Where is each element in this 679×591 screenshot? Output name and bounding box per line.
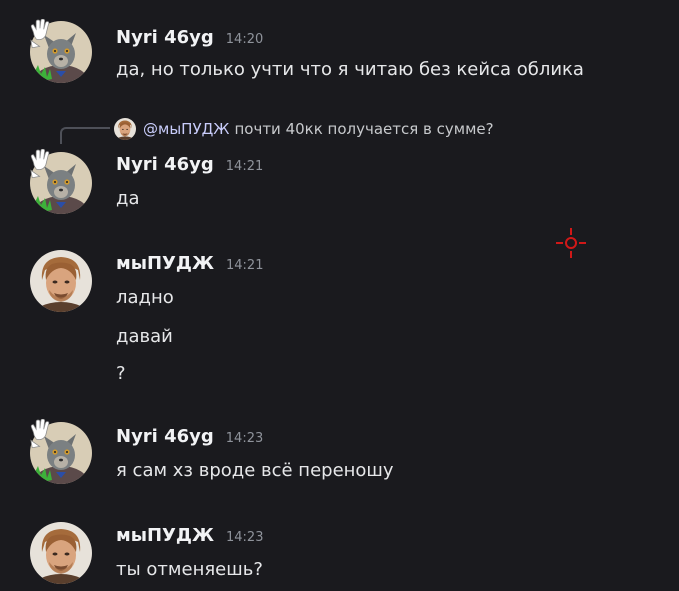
reply-mention[interactable]: @мыПУДЖ — [143, 120, 229, 138]
timestamp: 14:21 — [226, 258, 264, 273]
man-avatar-icon — [30, 522, 92, 584]
message-text: давай — [116, 326, 173, 347]
message-text: да — [116, 188, 140, 209]
avatar[interactable] — [30, 250, 92, 312]
message-group: мыПУДЖ 14:23 ты отменяешь? — [0, 510, 679, 591]
hand-decoration-icon — [30, 19, 50, 49]
message-group: Nyri 46yg 14:23 я сам хз вроде всё перено… — [0, 410, 679, 500]
message-group: Nyri 46yg 14:21 да — [0, 140, 679, 230]
chat-message-list: Nyri 46yg 14:20 да, но только учти что я … — [0, 0, 679, 591]
man-avatar-icon — [30, 250, 92, 312]
username[interactable]: мыПУДЖ — [116, 525, 214, 546]
username[interactable]: Nyri 46yg — [116, 154, 214, 175]
message-header: мыПУДЖ 14:23 — [116, 525, 263, 546]
hand-decoration-icon — [30, 419, 50, 449]
message-group: мыПУДЖ 14:21 ладно давай ? — [0, 240, 679, 390]
avatar[interactable] — [30, 522, 92, 584]
message-text: ты отменяешь? — [116, 559, 263, 580]
man-avatar-icon — [114, 118, 136, 140]
message-header: Nyri 46yg 14:23 — [116, 426, 263, 447]
reply-text: почти 40кк получается в сумме? — [234, 120, 494, 138]
username[interactable]: мыПУДЖ — [116, 253, 214, 274]
username[interactable]: Nyri 46yg — [116, 27, 214, 48]
reply-avatar — [114, 118, 136, 140]
reply-preview[interactable]: @мыПУДЖ почти 40кк получается в сумме? — [114, 118, 494, 140]
message-text: ? — [116, 363, 126, 384]
timestamp: 14:23 — [226, 530, 264, 545]
username[interactable]: Nyri 46yg — [116, 426, 214, 447]
message-text: ладно — [116, 287, 174, 308]
message-text: я сам хз вроде всё переношу — [116, 460, 394, 481]
timestamp: 14:23 — [225, 431, 264, 446]
timestamp: 14:21 — [225, 159, 264, 174]
hand-decoration-icon — [30, 149, 50, 179]
message-header: Nyri 46yg 14:21 — [116, 154, 263, 175]
message-group: Nyri 46yg 14:20 да, но только учти что я … — [0, 0, 679, 100]
message-header: Nyri 46yg 14:20 — [116, 27, 263, 48]
message-text: да, но только учти что я читаю без кейса… — [116, 59, 584, 80]
message-header: мыПУДЖ 14:21 — [116, 253, 263, 274]
timestamp: 14:20 — [225, 32, 264, 47]
